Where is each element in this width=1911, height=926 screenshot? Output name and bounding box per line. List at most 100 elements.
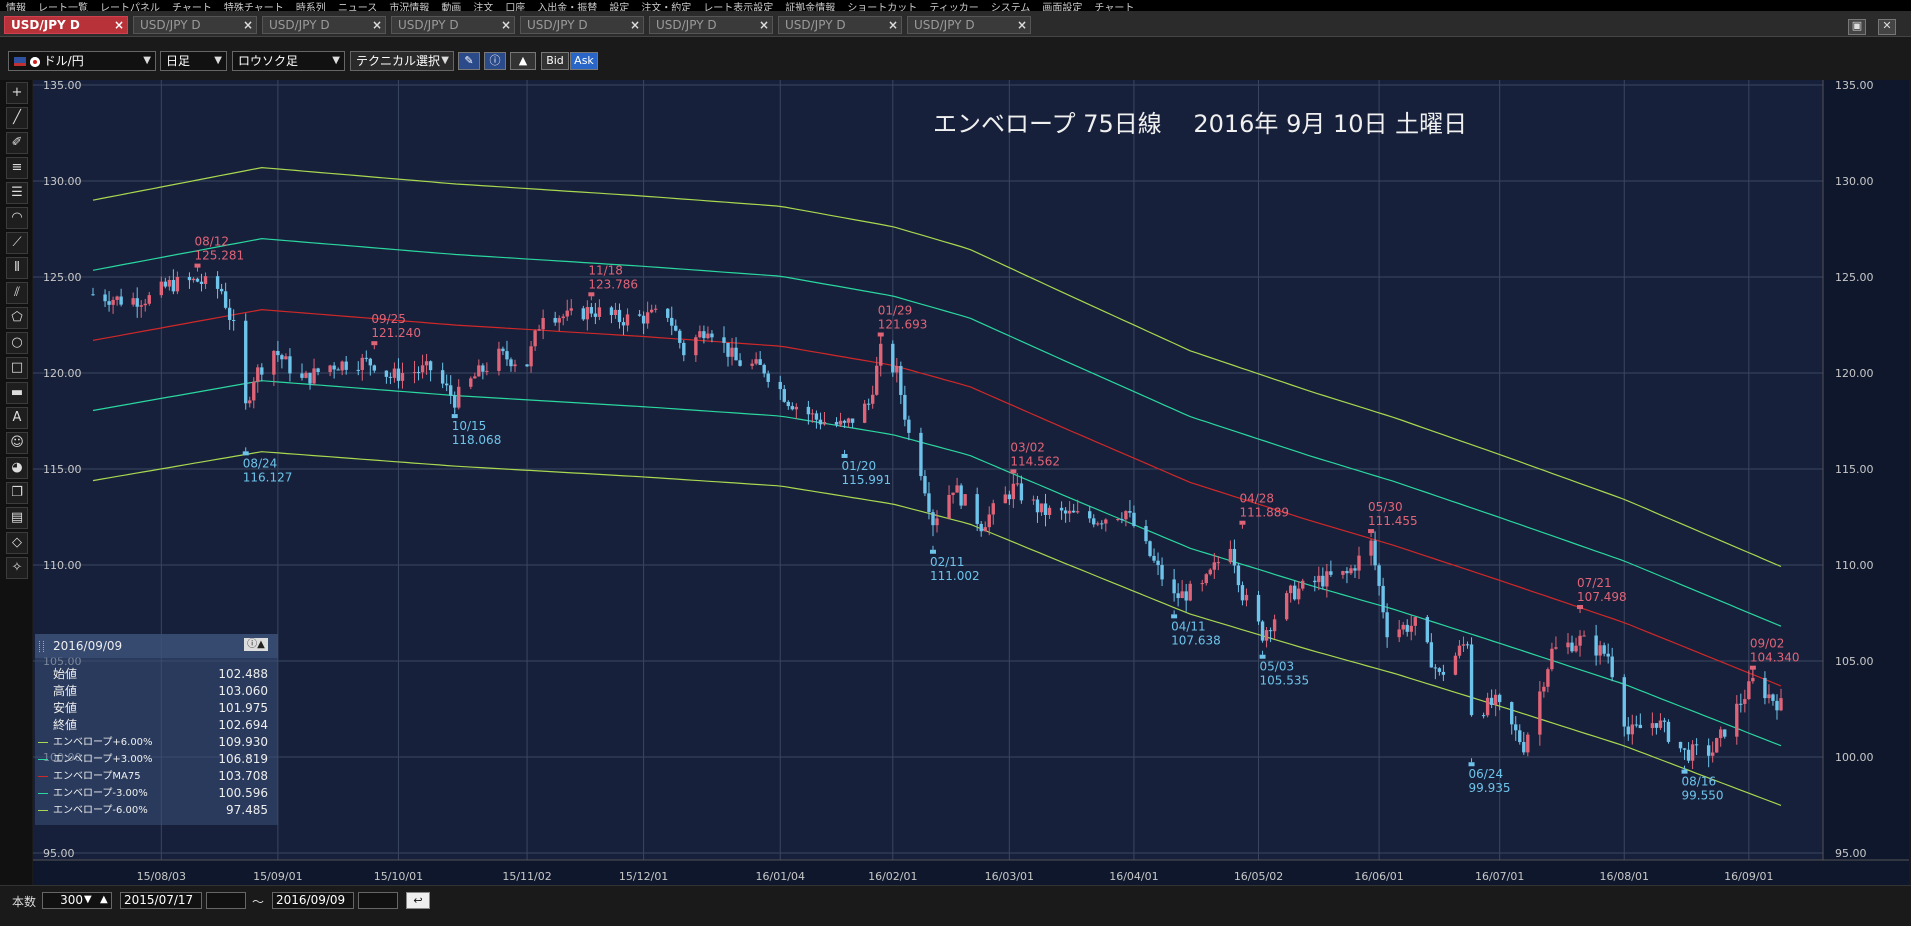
chart-tab[interactable]: USD/JPY D × (907, 16, 1031, 34)
chart-tab[interactable]: USD/JPY D × (778, 16, 902, 34)
menu-item[interactable]: 口座 (499, 3, 531, 11)
menu-item[interactable]: 画面設定 (1036, 3, 1088, 11)
close-icon[interactable]: × (630, 17, 640, 33)
clear-all-icon[interactable]: ✧ (6, 557, 28, 579)
pentagon-icon[interactable]: ⬠ (6, 307, 28, 329)
candle-body (1719, 729, 1723, 739)
close-icon[interactable]: × (759, 17, 769, 33)
info-button[interactable]: ⓘ (484, 52, 506, 70)
fan-icon[interactable]: ⟋ (6, 232, 28, 254)
copy-icon[interactable]: ❐ (6, 482, 28, 504)
menu-item[interactable]: 市況情報 (383, 3, 435, 11)
close-icon[interactable]: × (243, 17, 253, 33)
ruler-icon[interactable]: ✐ (6, 132, 28, 154)
chevron-down-icon[interactable]: ▼ (84, 894, 92, 905)
menu-item[interactable]: レートパネル (94, 3, 166, 11)
menu-item[interactable]: ショートカット (841, 3, 923, 11)
to-time-field[interactable] (358, 892, 398, 909)
price-chart[interactable]: 95.0095.00100.00100.00105.00105.00110.00… (33, 80, 1909, 885)
arc-icon[interactable]: ◠ (6, 207, 28, 229)
indicator-row: エンベロープ+3.00% 106.819 (35, 751, 278, 768)
vertical-lines-icon[interactable]: ⦀ (6, 257, 28, 279)
menu-item[interactable]: 動画 (435, 3, 467, 11)
menu-item[interactable]: レート表示設定 (697, 3, 779, 11)
apply-range-button[interactable]: ↩ (406, 892, 430, 909)
candle-body (1204, 574, 1208, 584)
bid-button[interactable]: Bid (541, 52, 569, 70)
menu-item[interactable]: 設定 (603, 3, 635, 11)
extreme-value-label: 114.562 (1010, 454, 1060, 468)
chart-tab-label: USD/JPY D (527, 18, 588, 32)
candle-body (1626, 726, 1630, 735)
close-icon[interactable]: × (372, 17, 382, 33)
chart-tab[interactable]: USD/JPY D × (133, 16, 257, 34)
close-icon[interactable]: × (1017, 17, 1027, 33)
currency-pair-select[interactable]: ドル/円 ▼ (8, 51, 156, 71)
chart-tab[interactable]: USD/JPY D × (262, 16, 386, 34)
color-picker-icon[interactable]: ◕ (6, 457, 28, 479)
y-tick-label-left: 130.00 (43, 175, 82, 188)
close-icon[interactable]: × (114, 17, 124, 33)
candle-body (1132, 512, 1136, 527)
chart-tab[interactable]: USD/JPY D × (649, 16, 773, 34)
candle-body (1638, 724, 1643, 729)
menu-item[interactable]: ニュース (332, 3, 384, 11)
ask-button[interactable]: Ask (570, 52, 598, 70)
chart-type-select[interactable]: ロウソク足 ▼ (232, 51, 345, 71)
chevron-up-icon[interactable]: ▲ (100, 894, 108, 905)
menu-item[interactable]: 情報 (0, 3, 32, 11)
candle-body (288, 356, 292, 374)
from-time-field[interactable] (206, 892, 246, 909)
restore-window-button[interactable]: ▣ (1848, 19, 1866, 35)
pitchfork-icon[interactable]: ⫽ (6, 282, 28, 304)
chart-tab[interactable]: USD/JPY D × (391, 16, 515, 34)
to-date-field[interactable]: 2016/09/09 (272, 892, 354, 909)
close-window-button[interactable]: ✕ (1878, 19, 1896, 35)
menu-item[interactable]: チャート (166, 3, 218, 11)
trendline-icon[interactable]: ╱ (6, 107, 28, 129)
menu-item[interactable]: システム (985, 3, 1037, 11)
from-date-field[interactable]: 2015/07/17 (120, 892, 202, 909)
candle-body (1047, 507, 1052, 515)
candle-body (1071, 510, 1076, 513)
close-icon[interactable]: × (501, 17, 511, 33)
clipboard-icon[interactable]: ▤ (6, 507, 28, 529)
y-tick-label-right: 125.00 (1835, 271, 1874, 284)
text-icon[interactable]: A (6, 407, 28, 429)
menu-item[interactable]: 時系列 (290, 3, 332, 11)
technical-select[interactable]: テクニカル選択 ▼ (350, 51, 454, 71)
menu-item[interactable]: 特殊チャート (218, 3, 290, 11)
candle-body (955, 485, 959, 493)
line-weight-icon[interactable]: ▬ (6, 382, 28, 404)
close-icon[interactable]: × (888, 17, 898, 33)
channel-icon[interactable]: ☰ (6, 182, 28, 204)
horizontal-line-icon[interactable]: ≡ (6, 157, 28, 179)
crosshair-icon[interactable]: + (6, 82, 28, 104)
menu-item[interactable]: 証拠金情報 (779, 3, 841, 11)
menu-item[interactable]: ティッカー (923, 3, 984, 11)
candle-body (1682, 748, 1687, 750)
candle-body (1200, 583, 1204, 585)
rectangle-icon[interactable]: □ (6, 357, 28, 379)
menu-item[interactable]: 注文 (467, 3, 499, 11)
candle-body (585, 307, 590, 320)
chart-tab[interactable]: USD/JPY D × (4, 16, 128, 34)
emoji-icon[interactable]: ☺ (6, 432, 28, 454)
ohlc-info-icon[interactable]: ⓘ▲ (244, 638, 268, 651)
candle-body (919, 432, 923, 477)
extreme-value-label: 99.935 (1469, 781, 1511, 795)
circle-icon[interactable]: ○ (6, 332, 28, 354)
menu-item[interactable]: チャート (1088, 3, 1140, 11)
candle-body (469, 378, 473, 387)
eraser-icon[interactable]: ◇ (6, 532, 28, 554)
menu-item[interactable]: レート一覧 (32, 3, 94, 11)
menu-item[interactable]: 注文・約定 (635, 3, 697, 11)
chart-style-button[interactable]: ▲ (510, 52, 536, 70)
candle-body (1457, 645, 1462, 656)
menu-item[interactable]: 入出金・振替 (531, 3, 603, 11)
candle-body (1634, 724, 1639, 726)
chart-tab[interactable]: USD/JPY D × (520, 16, 644, 34)
draw-tool-button[interactable]: ✎ (458, 52, 480, 70)
candle-body (1176, 593, 1180, 599)
period-select[interactable]: 日足 ▼ (160, 51, 227, 71)
